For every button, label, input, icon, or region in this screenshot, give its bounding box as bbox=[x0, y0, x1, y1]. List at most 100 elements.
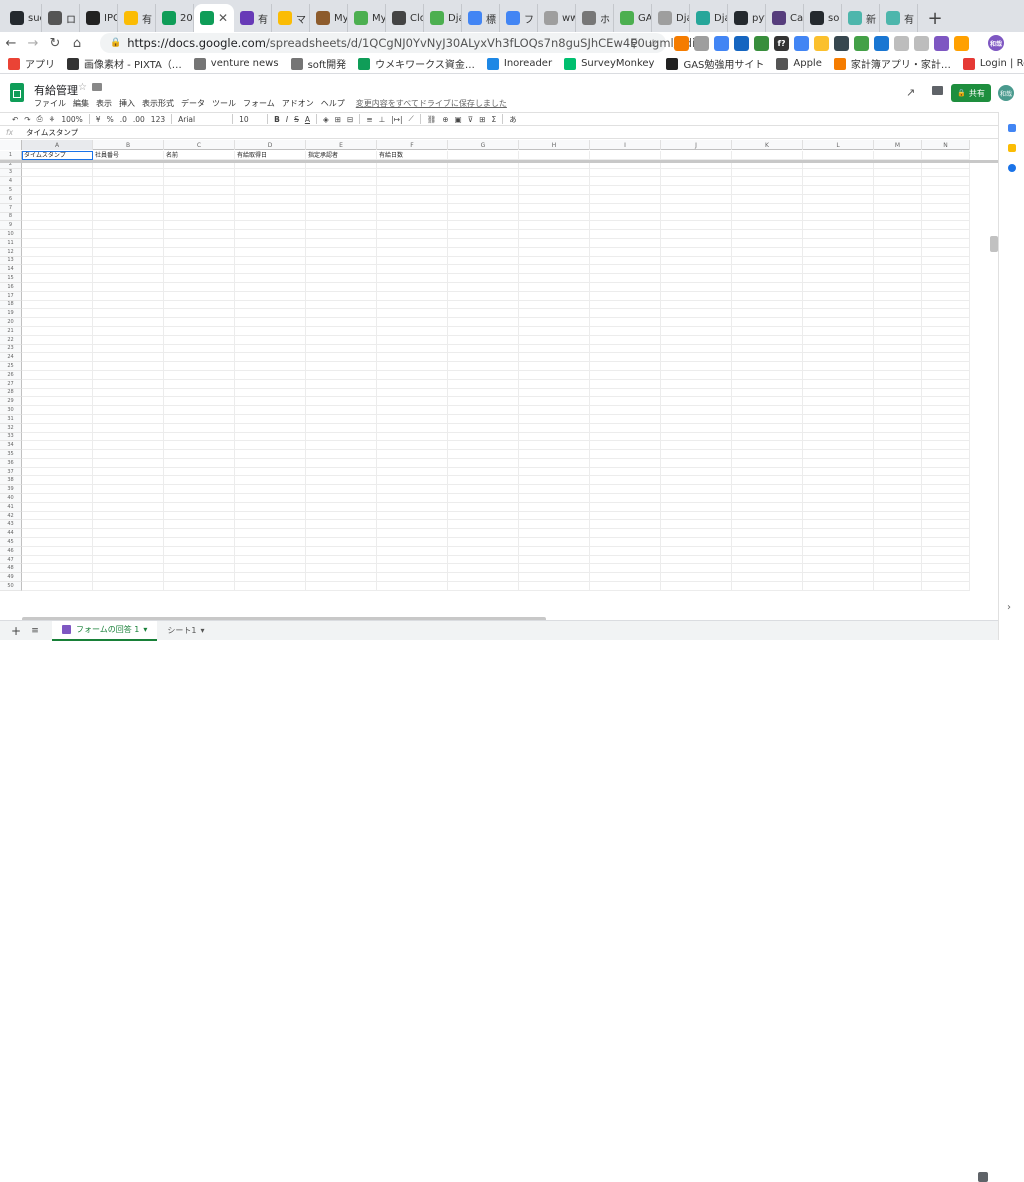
grid-cell[interactable] bbox=[22, 344, 93, 354]
grid-cell[interactable] bbox=[164, 177, 235, 187]
grid-cell[interactable] bbox=[732, 335, 803, 345]
grid-cell[interactable] bbox=[22, 546, 93, 556]
grid-cell[interactable] bbox=[732, 370, 803, 380]
grid-cell[interactable] bbox=[377, 546, 448, 556]
row-header[interactable]: 38 bbox=[0, 476, 22, 486]
grid-cell[interactable] bbox=[93, 256, 164, 266]
grid-cell[interactable] bbox=[235, 370, 306, 380]
grid-cell[interactable] bbox=[377, 379, 448, 389]
grid-cell[interactable] bbox=[93, 186, 164, 195]
grid-cell[interactable] bbox=[803, 353, 874, 363]
grid-cell[interactable] bbox=[93, 194, 164, 204]
grid-cell[interactable] bbox=[519, 546, 590, 556]
browser-tab[interactable]: ✕ bbox=[194, 4, 234, 32]
grid-cell[interactable] bbox=[732, 151, 803, 160]
row-header[interactable]: 42 bbox=[0, 511, 22, 521]
grid-cell[interactable] bbox=[519, 379, 590, 389]
grid-cell[interactable] bbox=[732, 379, 803, 389]
grid-cell[interactable] bbox=[661, 335, 732, 345]
print-icon[interactable]: ⎙ bbox=[37, 114, 43, 124]
grid-cell[interactable] bbox=[661, 238, 732, 248]
grid-cell[interactable] bbox=[448, 282, 519, 292]
grid-cell[interactable] bbox=[732, 432, 803, 442]
grid-cell[interactable] bbox=[803, 432, 874, 442]
grid-cell[interactable] bbox=[22, 494, 93, 503]
grid-cell[interactable] bbox=[732, 494, 803, 503]
grid-cell[interactable] bbox=[235, 511, 306, 521]
grid-cell[interactable] bbox=[874, 423, 922, 433]
grid-cell[interactable] bbox=[235, 326, 306, 336]
grid-cell[interactable] bbox=[235, 458, 306, 468]
vertical-scrollbar[interactable] bbox=[990, 236, 998, 252]
bookmark-item[interactable]: Apple bbox=[776, 57, 822, 70]
grid-cell[interactable] bbox=[448, 397, 519, 407]
grid-cell[interactable] bbox=[590, 274, 661, 283]
grid-cell[interactable] bbox=[590, 177, 661, 187]
grid-cell[interactable] bbox=[590, 151, 661, 160]
grid-cell[interactable] bbox=[803, 291, 874, 301]
grid-cell[interactable] bbox=[922, 265, 970, 275]
grid-cell[interactable] bbox=[732, 353, 803, 363]
menu-item[interactable]: 編集 bbox=[73, 98, 89, 109]
grid-cell[interactable] bbox=[22, 194, 93, 204]
grid-cell[interactable] bbox=[306, 326, 377, 336]
select-all-corner[interactable] bbox=[0, 140, 22, 150]
grid-cell[interactable] bbox=[590, 520, 661, 530]
grid-cell[interactable] bbox=[22, 256, 93, 266]
grid-cell[interactable] bbox=[874, 300, 922, 310]
grid-cell[interactable] bbox=[164, 274, 235, 283]
row-header[interactable]: 36 bbox=[0, 458, 22, 468]
grid-cell[interactable] bbox=[377, 318, 448, 327]
merge-cells-icon[interactable]: ⊟ bbox=[347, 115, 353, 124]
grid-cell[interactable] bbox=[922, 458, 970, 468]
grid-cell[interactable] bbox=[732, 546, 803, 556]
grid-cell[interactable] bbox=[377, 274, 448, 283]
home-button[interactable]: ⌂ bbox=[66, 32, 88, 54]
grid-cell[interactable] bbox=[803, 274, 874, 283]
grid-cell[interactable] bbox=[164, 511, 235, 521]
grid-cell[interactable] bbox=[306, 555, 377, 565]
chevron-down-icon[interactable]: ▾ bbox=[201, 626, 205, 635]
row-header[interactable]: 17 bbox=[0, 291, 22, 301]
grid-cell[interactable] bbox=[448, 186, 519, 195]
grid-cell[interactable] bbox=[93, 370, 164, 380]
grid-cell[interactable] bbox=[306, 344, 377, 354]
grid-cell[interactable] bbox=[874, 573, 922, 583]
grid-cell[interactable] bbox=[922, 256, 970, 266]
grid-cell[interactable] bbox=[732, 256, 803, 266]
browser-tab[interactable]: ホ bbox=[576, 4, 614, 32]
grid-cell[interactable] bbox=[164, 546, 235, 556]
bookmark-item[interactable]: ウメキワークス資金… bbox=[358, 56, 475, 71]
grid-cell[interactable]: 有給取得日 bbox=[235, 151, 306, 160]
bookmark-item[interactable]: SurveyMonkey bbox=[564, 57, 654, 70]
grid-cell[interactable] bbox=[519, 414, 590, 424]
grid-cell[interactable] bbox=[922, 441, 970, 451]
menu-item[interactable]: データ bbox=[181, 98, 205, 109]
column-header[interactable]: G bbox=[448, 140, 519, 150]
grid-cell[interactable] bbox=[306, 564, 377, 574]
grid-cell[interactable] bbox=[922, 502, 970, 512]
grid-cell[interactable] bbox=[803, 318, 874, 327]
grid-cell[interactable] bbox=[164, 502, 235, 512]
grid-cell[interactable] bbox=[235, 212, 306, 222]
spreadsheet-grid[interactable]: ABCDEFGHIJKLMN 1 タイムスタンプ 社員番号 名前 有給取得日 指定承認者有… bbox=[0, 140, 998, 618]
grid-cell[interactable] bbox=[519, 538, 590, 547]
grid-cell[interactable] bbox=[874, 450, 922, 459]
grid-cell[interactable] bbox=[519, 582, 590, 591]
menu-item[interactable]: 表示 bbox=[96, 98, 112, 109]
grid-cell[interactable] bbox=[874, 309, 922, 319]
grid-cell[interactable] bbox=[661, 520, 732, 530]
grid-cell[interactable] bbox=[377, 194, 448, 204]
grid-cell[interactable] bbox=[874, 186, 922, 195]
grid-cell[interactable] bbox=[874, 265, 922, 275]
row-header[interactable]: 19 bbox=[0, 309, 22, 319]
grid-cell[interactable] bbox=[93, 538, 164, 547]
grid-cell[interactable] bbox=[235, 423, 306, 433]
extension-icon[interactable] bbox=[714, 35, 729, 51]
grid-cell[interactable] bbox=[164, 414, 235, 424]
grid-cell[interactable] bbox=[448, 274, 519, 283]
grid-cell[interactable] bbox=[448, 265, 519, 275]
grid-cell[interactable] bbox=[874, 194, 922, 204]
grid-cell[interactable] bbox=[803, 573, 874, 583]
grid-cell[interactable] bbox=[661, 186, 732, 195]
